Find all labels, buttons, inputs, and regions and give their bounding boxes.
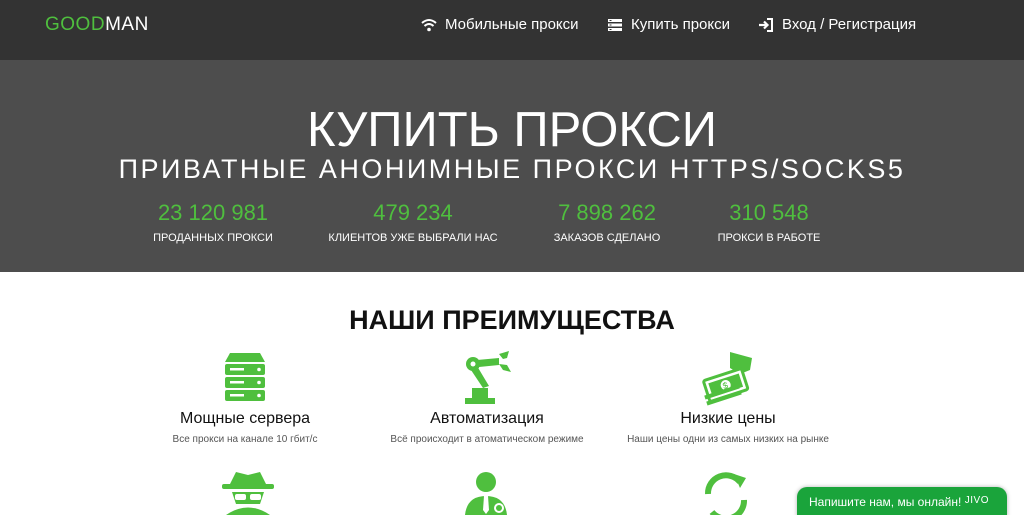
wifi-icon [421, 18, 437, 31]
stat-sold-proxies: 23 120 981 ПРОДАННЫХ ПРОКСИ [113, 200, 313, 244]
refresh-icon [705, 472, 747, 515]
nav-buy-proxy[interactable]: Купить прокси [607, 16, 730, 33]
chat-widget-label: Напишите нам, мы онлайн! [809, 495, 962, 509]
support-agent-icon [465, 472, 507, 515]
stat-value: 310 548 [729, 200, 809, 225]
stat-label: ПРОКСИ В РАБОТЕ [717, 232, 821, 244]
chat-widget[interactable]: Напишите нам, мы онлайн! JIVO [797, 487, 1007, 515]
server-list-icon [608, 18, 622, 31]
robot-arm-icon [465, 351, 511, 404]
feature-title: Низкие цены [680, 410, 776, 427]
stat-clients: 479 234 КЛИЕНТОВ УЖЕ ВЫБРАЛИ НАС [313, 200, 513, 244]
hero-title: КУПИТЬ ПРОКСИ [307, 103, 717, 157]
logo-white-part: MAN [105, 14, 149, 35]
logo-green-part: GOOD [45, 14, 106, 35]
money-hand-icon: $ [702, 352, 752, 406]
stat-value: 23 120 981 [157, 200, 269, 225]
stat-value: 479 234 [373, 200, 453, 225]
server-icon [225, 353, 265, 401]
advantages-title: НАШИ ПРЕИМУЩЕСТВА [349, 305, 675, 335]
nav-mobile-proxy-label: Мобильные прокси [445, 16, 579, 33]
nav-login[interactable]: Вход / Регистрация [758, 16, 916, 33]
spy-icon [222, 472, 274, 515]
hero-section: КУПИТЬ ПРОКСИ ПРИВАТНЫЕ АНОНИМНЫЕ ПРОКСИ… [0, 60, 1024, 272]
stat-label: ПРОДАННЫХ ПРОКСИ [153, 232, 273, 244]
top-navbar: GOODMAN Мобильные прокси Купить прокси В… [0, 0, 1024, 60]
feature-desc: Наши цены одни из самых низких на рынке [627, 434, 829, 445]
nav-mobile-proxy[interactable]: Мобильные прокси [421, 16, 579, 33]
feature-low-prices: $ Низкие цены Наши цены одни из самых ни… [578, 350, 878, 445]
nav-buy-proxy-label: Купить прокси [631, 16, 731, 33]
login-icon [759, 17, 773, 32]
stat-label: КЛИЕНТОВ УЖЕ ВЫБРАЛИ НАС [328, 232, 498, 244]
logo[interactable]: GOODMAN [45, 14, 149, 36]
nav-login-label: Вход / Регистрация [782, 16, 917, 33]
hero-subtitle: ПРИВАТНЫЕ АНОНИМНЫЕ ПРОКСИ HTTPS/SOCKS5 [118, 154, 906, 184]
chat-brand: JIVO [964, 495, 989, 506]
stat-proxies-active: 310 548 ПРОКСИ В РАБОТЕ [669, 200, 869, 244]
